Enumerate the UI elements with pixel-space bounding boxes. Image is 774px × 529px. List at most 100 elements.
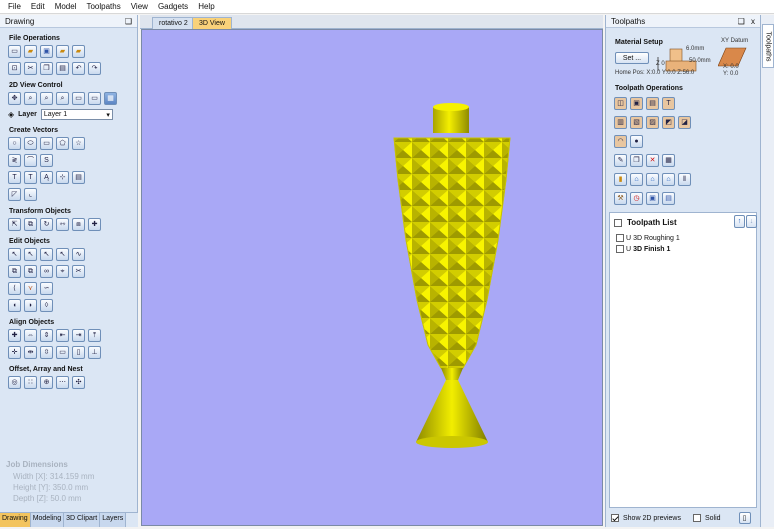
align-center-both-icon[interactable]: ✚	[8, 329, 21, 342]
toolpath-item-checkbox[interactable]	[616, 245, 624, 253]
boolean-b-icon[interactable]: ◗	[24, 299, 37, 312]
menu-help[interactable]: Help	[198, 2, 214, 11]
tool-database-icon[interactable]: ⚒	[614, 192, 627, 205]
ungroup-icon[interactable]: ⧉	[24, 265, 37, 278]
cut-icon[interactable]: ✂	[24, 62, 37, 75]
align-left-icon[interactable]: ⇤	[56, 329, 69, 342]
save-icon[interactable]: ▣	[40, 45, 53, 58]
open-folder-icon[interactable]: ▰	[24, 45, 37, 58]
polygon-icon[interactable]: ⬠	[56, 137, 69, 150]
boolean-c-icon[interactable]: ◊	[40, 299, 53, 312]
pin-icon[interactable]: ❑	[125, 17, 132, 26]
star-icon[interactable]: ☆	[72, 137, 85, 150]
tab-drawing[interactable]: Drawing	[0, 513, 31, 527]
pin-icon[interactable]: ❑	[738, 17, 745, 26]
zoom-icon[interactable]: ⌕	[24, 92, 37, 105]
copy-icon[interactable]: ❐	[40, 62, 53, 75]
fluting-toolpath-icon[interactable]: ▥	[614, 116, 627, 129]
import-icon[interactable]: ▰	[72, 45, 85, 58]
toolpath-summary-icon[interactable]: ▤	[662, 192, 675, 205]
text-on-curve-icon[interactable]: T	[24, 171, 37, 184]
interactive-select-icon[interactable]: ↖	[40, 248, 53, 261]
3d-finish-icon[interactable]: ●	[630, 135, 643, 148]
align-h-center-icon[interactable]: ⇔	[24, 329, 37, 342]
tab-3d-view[interactable]: 3D View	[192, 17, 232, 29]
tab-modeling[interactable]: Modeling	[30, 513, 65, 527]
undo-icon[interactable]: ↶	[72, 62, 85, 75]
join-icon[interactable]: ∞	[40, 265, 53, 278]
ellipse-icon[interactable]: ⬭	[24, 137, 37, 150]
calculator-icon[interactable]: ▦	[662, 154, 675, 167]
save-as-icon[interactable]: ▰	[56, 45, 69, 58]
time-estimate-icon[interactable]: ◷	[630, 192, 643, 205]
rectangle-icon[interactable]: ▭	[40, 137, 53, 150]
preview-toolpaths-icon[interactable]: ▮	[614, 173, 627, 186]
save-toolpath-icon[interactable]: ▣	[646, 192, 659, 205]
pocket-toolpath-icon[interactable]: ▣	[630, 97, 643, 110]
menu-edit[interactable]: Edit	[31, 2, 45, 11]
transform-select-icon[interactable]: ↖	[56, 248, 69, 261]
reset-preview-icon[interactable]: ⌂	[630, 173, 643, 186]
drilling-toolpath-icon[interactable]: ▤	[646, 97, 659, 110]
trim-icon[interactable]: ⌖	[56, 265, 69, 278]
text-icon[interactable]: T	[8, 171, 21, 184]
prism-toolpath-icon[interactable]: ▧	[630, 116, 643, 129]
toolpath-item[interactable]: U 3D Finish 1	[616, 245, 670, 253]
menu-model[interactable]: Model	[55, 2, 77, 11]
inlay-toolpath-icon[interactable]: ◩	[662, 116, 675, 129]
edit-toolpath-icon[interactable]: ✎	[614, 154, 627, 167]
redo-icon[interactable]: ↷	[88, 62, 101, 75]
node-edit-icon[interactable]: ↖	[24, 248, 37, 261]
profile-toolpath-icon[interactable]: ◫	[614, 97, 627, 110]
menu-toolpaths[interactable]: Toolpaths	[86, 2, 120, 11]
view-b-icon[interactable]: ▭	[88, 92, 101, 105]
tab-rotativo-2[interactable]: rotativo 2	[152, 17, 195, 29]
distribute-v-icon[interactable]: ⇳	[40, 346, 53, 359]
draw-icon[interactable]: ◸	[8, 188, 21, 201]
polyline-icon[interactable]: ≷	[8, 154, 21, 167]
zoom-box-icon[interactable]: ⌕	[56, 92, 69, 105]
arc-icon[interactable]: ⌒	[24, 154, 37, 167]
move-up-arrow-icon[interactable]: ↑	[734, 215, 745, 228]
array-copy-icon[interactable]: ∷	[24, 376, 37, 389]
move-icon[interactable]: ⇱	[8, 218, 21, 231]
weld-icon[interactable]: ⋎	[24, 282, 37, 295]
align-misc-icon[interactable]: ⊥	[88, 346, 101, 359]
move-down-arrow-icon[interactable]: ↓	[746, 215, 757, 228]
toolpath-list-select-all[interactable]	[614, 218, 622, 227]
mirror-icon[interactable]: ⇿	[56, 218, 69, 231]
tab-layers[interactable]: Layers	[100, 513, 127, 527]
circle-icon[interactable]: ○	[8, 137, 21, 150]
view-c-icon[interactable]: ▦	[104, 92, 117, 105]
merge-toolpath-icon[interactable]: ⌂	[662, 173, 675, 186]
new-file-icon[interactable]: ▭	[8, 45, 21, 58]
align-top-icon[interactable]: ⤒	[88, 329, 101, 342]
menu-gadgets[interactable]: Gadgets	[158, 2, 188, 11]
view-a-icon[interactable]: ▭	[72, 92, 85, 105]
align-right-icon[interactable]: ⇥	[72, 329, 85, 342]
select-icon[interactable]: ↖	[8, 248, 21, 261]
distort-icon[interactable]: ⧈	[72, 218, 85, 231]
tile-toolpath-icon[interactable]: ⌂	[646, 173, 659, 186]
tab-toolpaths-side[interactable]: Toolpaths	[762, 24, 774, 68]
fillet-icon[interactable]: ⌞	[24, 188, 37, 201]
boolean-a-icon[interactable]: ◖	[8, 299, 21, 312]
dimension-icon[interactable]: ⊹	[56, 171, 69, 184]
offset-icon[interactable]: ⟨	[8, 282, 21, 295]
scale-icon[interactable]: ⧉	[24, 218, 37, 231]
3d-roughing-icon[interactable]: ◠	[614, 135, 627, 148]
group-icon[interactable]: ⧉	[8, 265, 21, 278]
close-icon[interactable]: x	[751, 17, 755, 26]
rotate-icon[interactable]: ↻	[40, 218, 53, 231]
align-center-icon[interactable]: ✚	[88, 218, 101, 231]
scissors-icon[interactable]: ✂	[72, 265, 85, 278]
texture-toolpath-icon[interactable]: ◪	[678, 116, 691, 129]
align-bottom-icon[interactable]: ✛	[8, 346, 21, 359]
menu-file[interactable]: File	[8, 2, 21, 11]
curve-icon[interactable]: S	[40, 154, 53, 167]
block-copy-icon[interactable]: ⋯	[56, 376, 69, 389]
pan-icon[interactable]: ✥	[8, 92, 21, 105]
smooth-icon[interactable]: ∿	[72, 248, 85, 261]
toolpath-template-icon[interactable]: ⫴	[678, 173, 691, 186]
toolpath-item-checkbox[interactable]	[616, 234, 624, 242]
